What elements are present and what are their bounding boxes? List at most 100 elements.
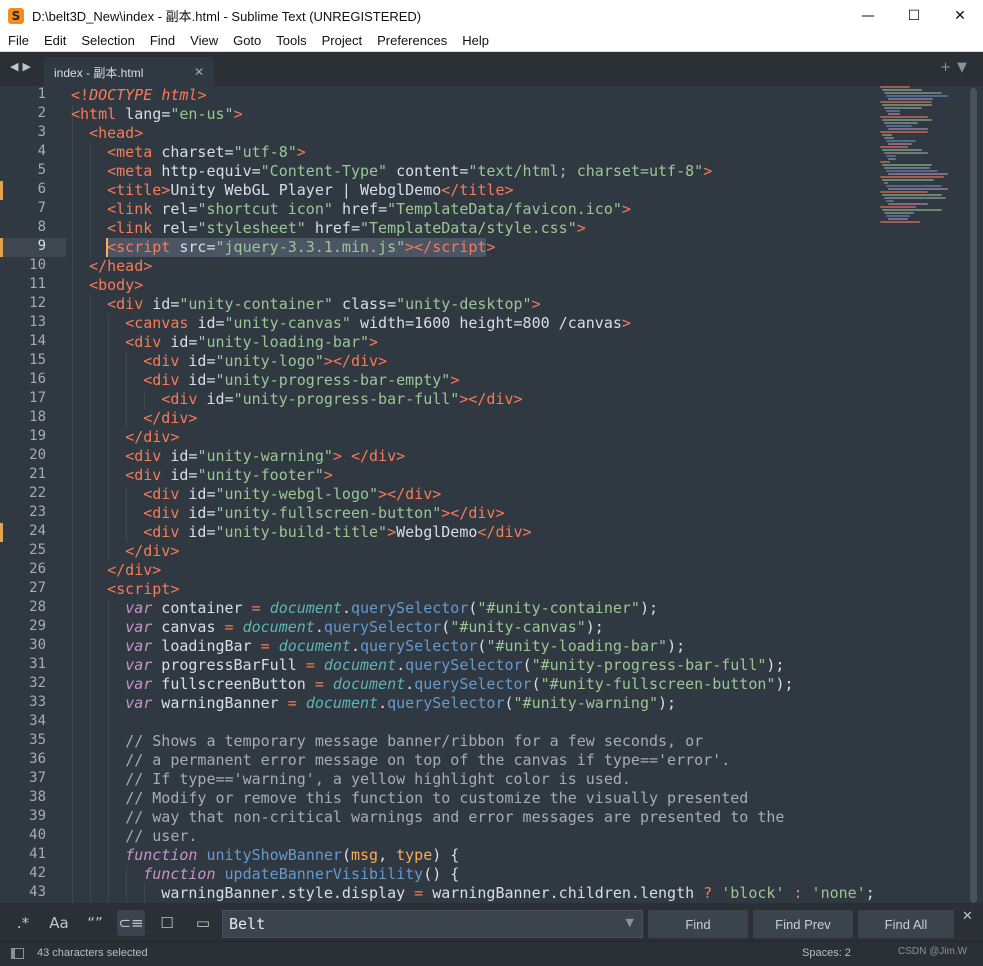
tab-close-icon[interactable]: ✕ [194, 65, 204, 79]
indentation-status[interactable]: Spaces: 2 [802, 947, 851, 959]
line-number: 36 [29, 751, 46, 767]
tab-index-copy-html[interactable]: index - 副本.html ✕ [44, 57, 214, 87]
line-number: 4 [37, 143, 46, 159]
vertical-scrollbar[interactable] [970, 88, 977, 903]
close-find-panel-icon[interactable]: ✕ [962, 909, 973, 924]
line-number: 24 [29, 523, 46, 539]
code-line: <html lang="en-us"> [71, 105, 243, 123]
menu-project[interactable]: Project [314, 31, 369, 51]
status-bar: 43 characters selected Spaces: 2 CSDN @J… [0, 941, 983, 966]
menu-tools[interactable]: Tools [268, 31, 313, 51]
menu-help[interactable]: Help [454, 31, 496, 51]
editor[interactable]: 1 2 3 4 5 6 7 8 9 10 11 12 13 14 15 16 17 18 19 20 21 22 23 24 2… [0, 86, 983, 903]
minimap-line [880, 131, 928, 133]
line-number: 19 [29, 428, 46, 444]
new-tab-and-tab-menu-icon[interactable]: +▼ [940, 60, 973, 75]
code-area[interactable]: <!DOCTYPE html> <html lang="en-us"> <hea… [71, 86, 876, 903]
code-line: <!DOCTYPE html> [71, 86, 207, 104]
line-number: 7 [37, 200, 46, 216]
line-number: 31 [29, 656, 46, 672]
line-number: 18 [29, 409, 46, 425]
line-number: 39 [29, 808, 46, 824]
code-line: <div id="unity-container" class="unity-d… [107, 295, 541, 313]
code-line: <div id="unity-logo"></div> [143, 352, 388, 370]
wrap-toggle-icon[interactable]: ⊂≡ [117, 910, 145, 936]
find-input[interactable] [223, 914, 621, 934]
line-number: 33 [29, 694, 46, 710]
find-history-dropdown-icon[interactable]: ▼ [626, 916, 634, 929]
line-number: 14 [29, 333, 46, 349]
find-all-button[interactable]: Find All [858, 910, 954, 938]
line-number: 28 [29, 599, 46, 615]
minimap-line [886, 155, 896, 157]
minimap-line [888, 128, 928, 130]
code-line: var progressBarFull = document.querySele… [125, 656, 785, 674]
in-selection-toggle-icon[interactable]: ☐ [153, 910, 181, 936]
minimap-line [888, 113, 900, 115]
line-number: 13 [29, 314, 46, 330]
maximize-button[interactable]: ☐ [891, 0, 937, 31]
code-line: </head> [89, 257, 153, 275]
code-line: <title>Unity WebGL Player | WebglDemo</t… [107, 181, 514, 199]
line-number: 12 [29, 295, 46, 311]
minimap-line [886, 170, 938, 172]
minimap-line [886, 200, 894, 202]
code-line: <div id="unity-fullscreen-button"></div> [143, 504, 505, 522]
minimap[interactable] [880, 86, 970, 326]
menu-preferences[interactable]: Preferences [369, 31, 454, 51]
find-prev-button[interactable]: Find Prev [753, 910, 853, 938]
line-number: 25 [29, 542, 46, 558]
menu-file[interactable]: File [0, 31, 36, 51]
scrollbar-thumb[interactable] [970, 88, 977, 903]
menu-selection[interactable]: Selection [73, 31, 141, 51]
whole-word-toggle-icon[interactable]: “” [81, 910, 109, 936]
minimize-button[interactable]: — [845, 0, 891, 31]
minimap-line [886, 110, 900, 112]
line-number: 5 [37, 162, 46, 178]
case-sensitive-toggle-icon[interactable]: Aa [45, 910, 73, 936]
close-window-button[interactable]: ✕ [937, 0, 983, 31]
line-number: 23 [29, 504, 46, 520]
title-bar: S D:\belt3D_New\index - 副本.html - Sublim… [0, 0, 983, 31]
menu-bar: File Edit Selection Find View Goto Tools… [0, 31, 983, 51]
line-number: 21 [29, 466, 46, 482]
code-line: </div> [107, 561, 162, 579]
code-line: // Modify or remove this function to cus… [125, 789, 749, 807]
minimap-line [884, 107, 922, 109]
find-button[interactable]: Find [648, 910, 748, 938]
code-line: </div> [125, 542, 180, 560]
find-panel: .* Aa “” ⊂≡ ☐ ▭ ▼ Find Find Prev Find Al… [0, 903, 983, 941]
line-number: 2 [37, 105, 46, 121]
find-input-box[interactable]: ▼ [222, 910, 643, 938]
code-line: var canvas = document.querySelector("#un… [125, 618, 604, 636]
highlight-matches-toggle-icon[interactable]: ▭ [189, 910, 217, 936]
regex-toggle-icon[interactable]: .* [9, 910, 37, 936]
minimap-line [886, 95, 948, 97]
minimap-line [880, 86, 910, 88]
code-line: </div> [143, 409, 198, 427]
menu-edit[interactable]: Edit [36, 31, 73, 51]
line-number: 26 [29, 561, 46, 577]
code-line: <canvas id="unity-canvas" width=1600 hei… [125, 314, 631, 332]
line-number: 40 [29, 827, 46, 843]
minimap-line [888, 203, 928, 205]
minimap-line [884, 137, 894, 139]
minimap-line [882, 149, 922, 151]
line-number: 35 [29, 732, 46, 748]
minimap-line [880, 161, 890, 163]
sidebar-toggle-icon[interactable] [11, 948, 24, 959]
code-line: // way that non-critical warnings and er… [125, 808, 785, 826]
code-line: <div id="unity-webgl-logo"></div> [143, 485, 442, 503]
code-line: <script src="jquery-3.3.1.min.js"></scri… [107, 238, 496, 256]
code-line: // If type=='warning', a yellow highligh… [125, 770, 631, 788]
code-line: <div id="unity-progress-bar-empty"> [143, 371, 460, 389]
menu-view[interactable]: View [182, 31, 225, 51]
menu-goto[interactable]: Goto [225, 31, 268, 51]
code-line: var fullscreenButton = document.querySel… [125, 675, 794, 693]
tab-nav-arrows-icon[interactable]: ◀▶ [10, 60, 35, 73]
code-line: <meta charset="utf-8"> [107, 143, 306, 161]
minimap-line [880, 116, 928, 118]
menu-find[interactable]: Find [142, 31, 182, 51]
line-number: 16 [29, 371, 46, 387]
line-number: 32 [29, 675, 46, 691]
